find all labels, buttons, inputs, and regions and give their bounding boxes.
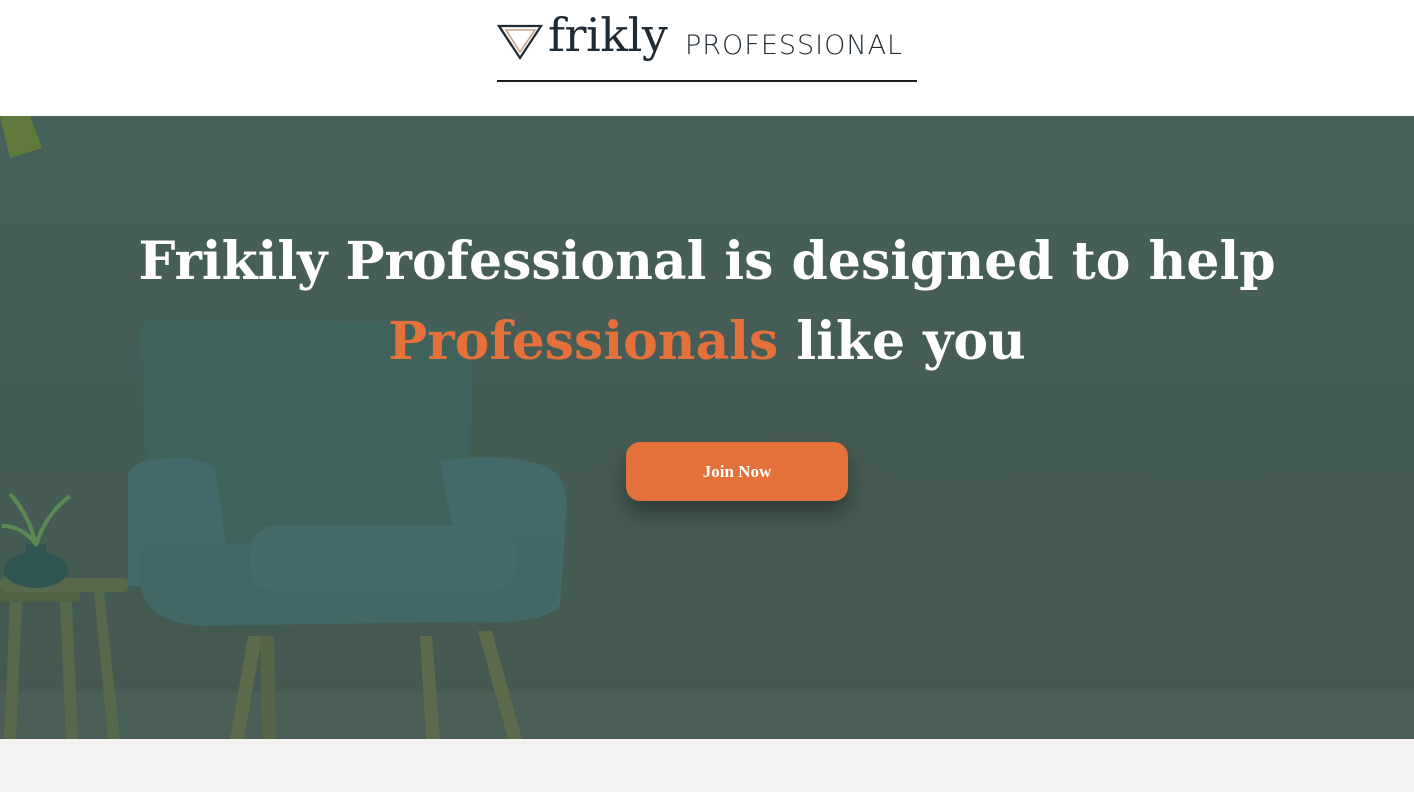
join-now-button[interactable]: Join Now (626, 442, 848, 501)
logo-wordmark: frikly (548, 8, 668, 62)
headline-line-1: Frikily Professional is designed to help (138, 231, 1276, 292)
site-header: frikly PROFESSIONAL (0, 0, 1414, 116)
triangle-logo-icon (497, 24, 543, 61)
hero-background-image (0, 116, 1414, 739)
headline-line-2: Professionals like you (0, 302, 1414, 382)
hero-section: Frikily Professional is designed to help… (0, 116, 1414, 739)
headline-accent-word: Professionals (388, 311, 779, 372)
hero-headline: Frikily Professional is designed to help… (0, 222, 1414, 382)
headline-line-2-rest: like you (778, 311, 1026, 372)
logo-suffix: PROFESSIONAL (685, 30, 904, 61)
frikly-professional-logo[interactable]: frikly PROFESSIONAL (497, 10, 917, 82)
next-section-band (0, 739, 1414, 792)
